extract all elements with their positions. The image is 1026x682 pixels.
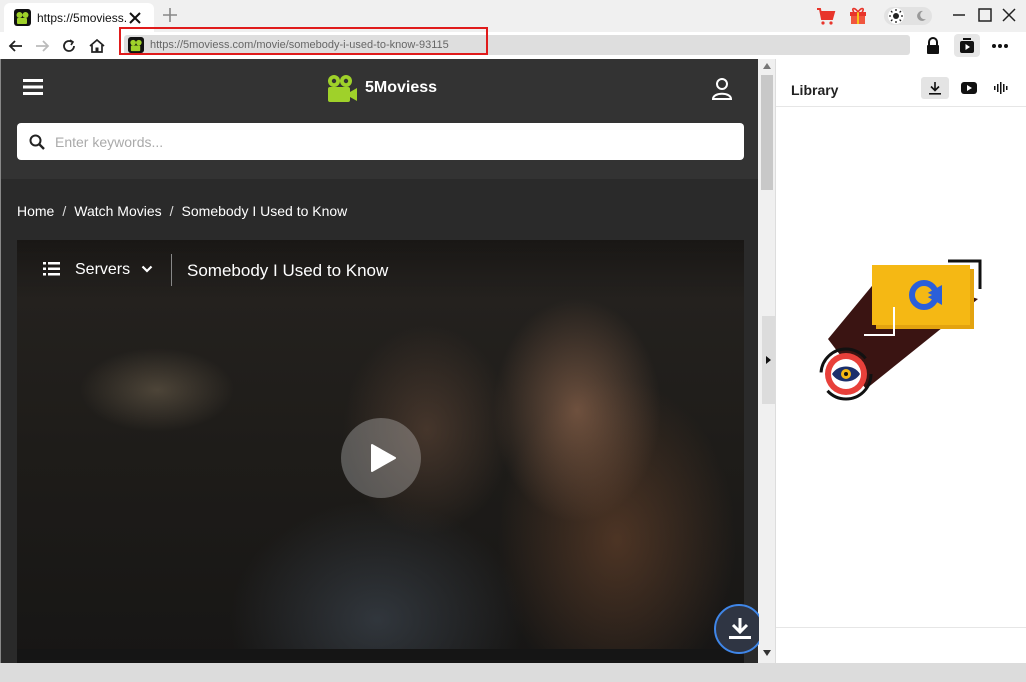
list-icon[interactable] (43, 262, 60, 276)
theme-toggle[interactable] (884, 7, 932, 25)
chevron-down-icon[interactable] (141, 264, 153, 274)
divider (171, 254, 172, 286)
empty-library-illustration (819, 259, 982, 401)
moon-icon (917, 10, 926, 21)
gift-icon[interactable] (848, 5, 868, 25)
reload-icon[interactable] (60, 37, 78, 55)
site-favicon-icon (14, 9, 31, 26)
breadcrumb-current: Somebody I Used to Know (181, 203, 348, 219)
play-button[interactable] (341, 418, 421, 498)
web-page: 5Moviess Home / Watch Movies / Somebody I Us… (0, 59, 758, 663)
new-tab-icon[interactable] (160, 5, 180, 25)
player-controls-bar (17, 649, 744, 663)
video-player[interactable]: Servers Somebody I Used to Know (17, 240, 744, 663)
panel-collapse-handle[interactable] (762, 316, 775, 404)
window-close-icon[interactable] (1000, 6, 1018, 24)
menu-icon[interactable] (23, 78, 43, 96)
audio-wave-icon[interactable] (990, 77, 1012, 99)
breadcrumb-separator: / (62, 203, 67, 219)
cart-icon[interactable] (816, 6, 836, 26)
maximize-icon[interactable] (976, 6, 994, 24)
media-download-button[interactable] (954, 34, 980, 57)
minimize-icon[interactable] (950, 6, 968, 24)
url-highlight-box (119, 27, 488, 55)
forward-arrow-icon[interactable] (33, 37, 51, 55)
breadcrumb-separator: / (169, 203, 174, 219)
lock-icon[interactable] (924, 36, 942, 56)
download-button[interactable] (714, 604, 764, 654)
library-header: Library (776, 59, 1026, 107)
search-icon[interactable] (29, 134, 45, 150)
back-arrow-icon[interactable] (7, 37, 25, 55)
scroll-up-icon[interactable] (763, 63, 771, 69)
chevron-right-icon (766, 356, 771, 364)
search-input[interactable] (55, 132, 715, 152)
library-title: Library (791, 82, 839, 98)
media-icon (960, 38, 974, 53)
user-icon[interactable] (711, 77, 733, 101)
sun-icon (888, 8, 904, 24)
breadcrumb-watch-movies[interactable]: Watch Movies (74, 203, 161, 219)
more-menu-icon[interactable] (990, 37, 1010, 55)
play-icon (371, 444, 396, 472)
download-icon (729, 618, 751, 639)
library-panel: Library (775, 59, 1026, 663)
player-top-bar: Servers Somebody I Used to Know (17, 240, 744, 300)
servers-dropdown[interactable]: Servers (75, 261, 130, 279)
search-box (17, 123, 744, 160)
home-icon[interactable] (88, 37, 106, 55)
tab-title: https://5moviess.com/movie/somebody-i-us… (37, 11, 127, 25)
download-icon (929, 82, 941, 95)
breadcrumb-home[interactable]: Home (17, 203, 54, 219)
breadcrumb: Home / Watch Movies / Somebody I Used to Kno… (17, 203, 347, 219)
scrollbar-thumb[interactable] (761, 75, 773, 190)
site-name[interactable]: 5Moviess (365, 79, 437, 97)
movie-title: Somebody I Used to Know (187, 261, 389, 280)
close-tab-icon[interactable] (126, 9, 144, 27)
library-footer-divider (776, 627, 1026, 628)
site-header: 5Moviess (1, 59, 758, 179)
status-bar (0, 663, 1026, 682)
youtube-icon[interactable] (958, 77, 980, 99)
camera-logo-icon[interactable] (326, 74, 358, 104)
scroll-down-icon[interactable] (763, 650, 771, 656)
library-tab-download[interactable] (921, 77, 949, 99)
